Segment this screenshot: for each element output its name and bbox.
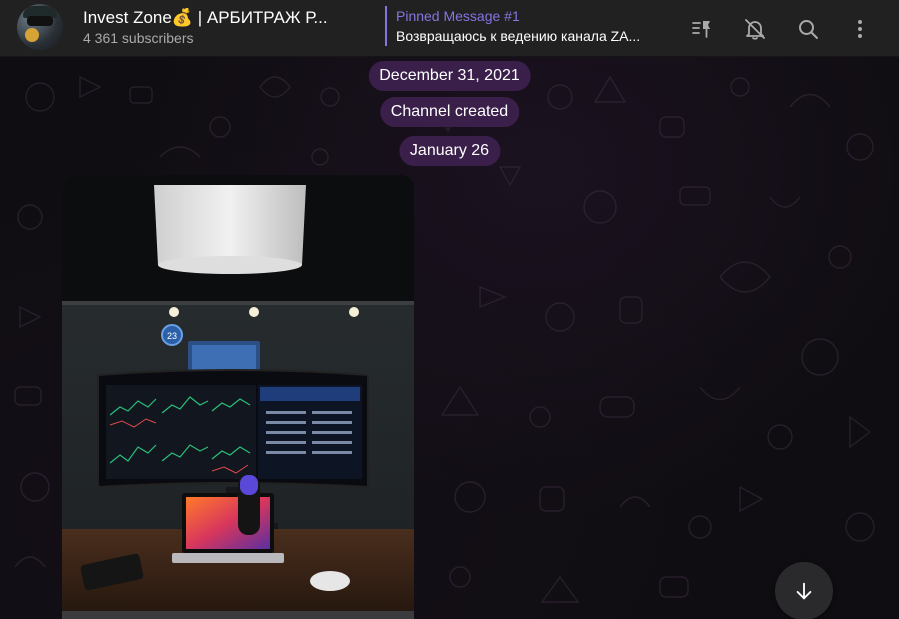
service-message: Channel created xyxy=(379,97,520,127)
pinned-message-text: Возвращаюсь к ведению канала ZA... xyxy=(396,28,641,44)
search-button[interactable] xyxy=(788,9,828,49)
date-separator: January 26 xyxy=(398,136,501,166)
channel-avatar[interactable] xyxy=(17,4,63,50)
search-icon xyxy=(799,20,818,39)
message-photo[interactable]: 23 xyxy=(62,175,414,619)
subscriber-count: 4 361 subscribers xyxy=(83,30,194,46)
photo-trading-setup: 23 xyxy=(62,175,414,619)
arrow-down-icon xyxy=(796,582,812,600)
scroll-down-button[interactable] xyxy=(775,562,833,619)
date-separator: December 31, 2021 xyxy=(368,61,531,91)
pinned-list-icon xyxy=(692,21,710,38)
more-vertical-icon xyxy=(858,20,862,38)
channel-info[interactable]: Invest Zone💰 | АРБИТРАЖ Р... 4 361 subsc… xyxy=(83,7,373,48)
pinned-message-bar[interactable]: Pinned Message #1 Возвращаюсь к ведению … xyxy=(385,6,665,46)
pinned-list-button[interactable] xyxy=(682,9,722,49)
channel-title: Invest Zone💰 | АРБИТРАЖ Р... xyxy=(83,8,328,27)
chat-header: Invest Zone💰 | АРБИТРАЖ Р... 4 361 subsc… xyxy=(0,0,899,57)
more-button[interactable] xyxy=(840,9,880,49)
avatar-coin xyxy=(25,28,39,42)
mute-button[interactable] xyxy=(735,9,775,49)
mute-bell-icon xyxy=(745,19,765,40)
photo-badge: 23 xyxy=(167,331,177,341)
avatar-glasses xyxy=(27,16,53,26)
chat-area[interactable]: December 31, 2021 Channel created Januar… xyxy=(0,57,899,619)
pinned-message-label: Pinned Message #1 xyxy=(396,8,520,24)
